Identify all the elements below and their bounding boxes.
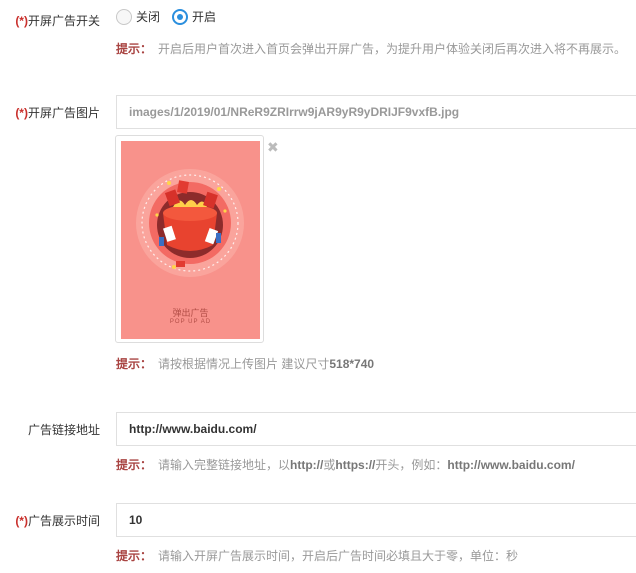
splash-switch-label: (*)开屏广告开关	[15, 14, 100, 28]
radio-off-circle[interactable]	[116, 8, 132, 25]
ad-duration-input[interactable]: 10	[116, 503, 636, 537]
ad-link-input[interactable]: http://www.baidu.com/	[116, 412, 636, 446]
splash-image-tip: 提示： 请按根据情况上传图片 建议尺寸518*740	[116, 357, 375, 371]
image-path-input[interactable]: images/1/2019/01/NReR9ZRIrrw9jAR9yR9yDRI…	[116, 95, 636, 129]
ad-duration-tip: 提示： 请输入开屏广告展示时间，开启后广告时间必填且大于零，单位：秒	[116, 549, 519, 563]
poster-image: 弹出广告 POP UP AD	[121, 141, 260, 339]
radio-on-circle[interactable]	[172, 8, 189, 25]
ad-link-tip: 提示： 请输入完整链接地址，以http://或https://开头，例如：http…	[116, 458, 575, 472]
ad-link-label: 广告链接地址	[27, 423, 100, 437]
required-mark: (*)	[15, 514, 28, 528]
splash-switch-radio-group: 关闭 开启	[116, 8, 228, 25]
splash-image-label: (*)开屏广告图片	[15, 106, 100, 120]
required-mark: (*)	[15, 14, 28, 28]
radio-off-label[interactable]: 关闭	[136, 8, 160, 25]
radio-on-label[interactable]: 开启	[192, 8, 216, 25]
ad-duration-label: (*)广告展示时间	[15, 514, 100, 528]
required-mark: (*)	[15, 106, 28, 120]
radio-off[interactable]: 关闭	[116, 8, 160, 25]
splash-switch-tip: 提示： 开启后用户首次进入首页会弹出开屏广告，为提升用户体验关闭后再次进入将不再展…	[116, 42, 627, 56]
poster-subtitle: POP UP AD	[169, 319, 212, 325]
poster-title: 弹出广告	[172, 308, 209, 318]
close-icon[interactable]: ✖	[267, 140, 279, 154]
image-thumbnail[interactable]: 弹出广告 POP UP AD	[115, 135, 264, 343]
radio-on[interactable]: 开启	[172, 8, 216, 25]
